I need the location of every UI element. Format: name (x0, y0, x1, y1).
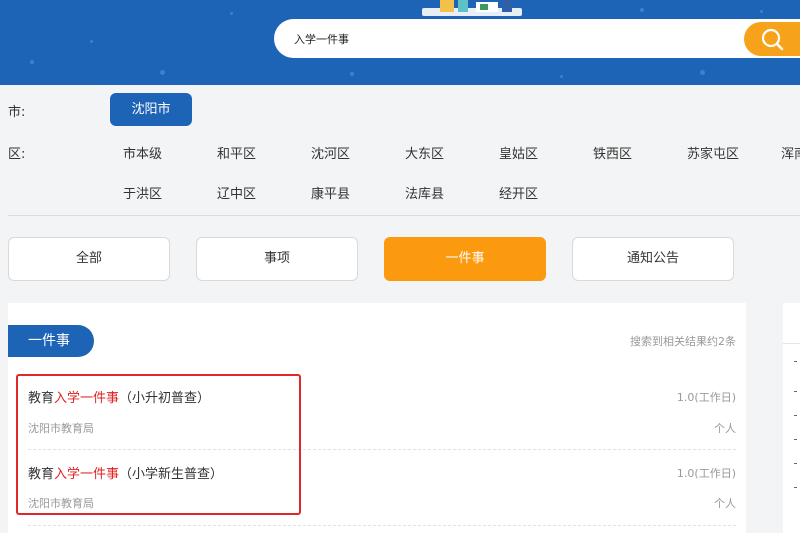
district-option[interactable]: 浑南 (781, 143, 800, 162)
district-option[interactable]: 市本级 (123, 143, 162, 162)
time-limit: 1.0(工作日) (676, 467, 736, 480)
city-option-selected[interactable]: 沈阳市 (110, 93, 192, 126)
search-button[interactable] (744, 22, 800, 56)
result-count: 搜索到相关结果约2条 (630, 335, 736, 348)
tab-one-thing[interactable]: 一件事 (384, 237, 546, 281)
side-list-bullet (794, 463, 797, 464)
divider (8, 215, 800, 216)
time-limit: 1.0(工作日) (676, 391, 736, 404)
audience: 个人 (714, 497, 736, 510)
district-option[interactable]: 皇姑区 (499, 143, 538, 162)
district-option[interactable]: 法库县 (405, 183, 444, 202)
side-panel (783, 303, 800, 533)
district-option[interactable]: 沈河区 (311, 143, 350, 162)
district-label: 区: (8, 147, 26, 162)
district-option[interactable]: 铁西区 (593, 143, 632, 162)
district-option[interactable]: 大东区 (405, 143, 444, 162)
side-divider (783, 343, 800, 344)
tab-all[interactable]: 全部 (8, 237, 170, 281)
search-input[interactable] (294, 19, 734, 58)
highlight-annotation-box (16, 374, 301, 515)
district-option[interactable]: 经开区 (499, 183, 538, 202)
tab-notices[interactable]: 通知公告 (572, 237, 734, 281)
search-icon (761, 28, 784, 51)
audience: 个人 (714, 422, 736, 435)
side-list-bullet (794, 415, 797, 416)
district-option[interactable]: 康平县 (311, 183, 350, 202)
side-list-bullet (794, 391, 797, 392)
search-box (274, 19, 800, 58)
side-list-bullet (794, 439, 797, 440)
city-label: 市: (8, 105, 26, 120)
tab-items[interactable]: 事项 (196, 237, 358, 281)
district-option[interactable]: 辽中区 (217, 183, 256, 202)
district-option[interactable]: 于洪区 (123, 183, 162, 202)
district-option[interactable]: 和平区 (217, 143, 256, 162)
side-list-bullet (794, 487, 797, 488)
item-separator (28, 525, 736, 526)
section-title: 一件事 (8, 325, 94, 357)
side-list-bullet (794, 361, 797, 362)
banner-illustration (422, 0, 522, 16)
district-option[interactable]: 苏家屯区 (687, 143, 739, 162)
